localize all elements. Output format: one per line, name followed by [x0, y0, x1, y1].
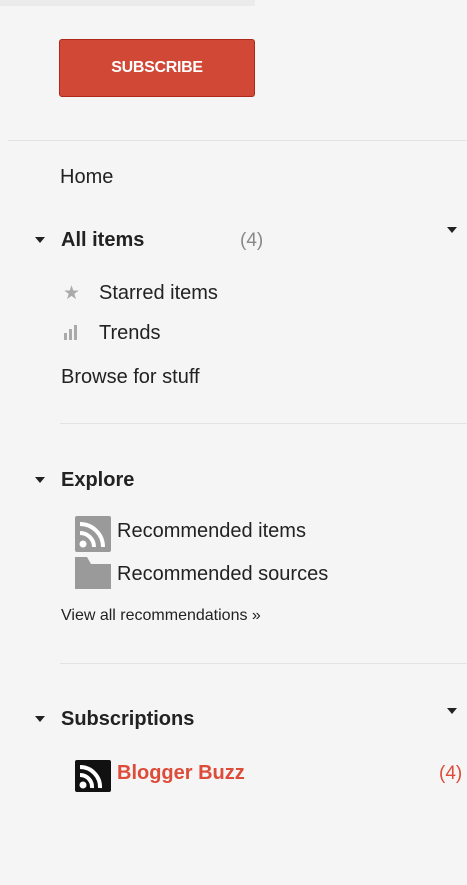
collapse-subscriptions-icon[interactable]	[35, 716, 45, 722]
folder-icon	[75, 557, 111, 594]
nav-trends[interactable]: Trends	[99, 322, 161, 345]
all-items-menu-icon[interactable]	[447, 227, 457, 233]
feed-unread-count: (4)	[439, 763, 463, 784]
divider	[60, 423, 467, 424]
rss-feed-icon	[75, 760, 111, 797]
rss-feed-icon	[75, 516, 111, 557]
nav-starred-items[interactable]: Starred items	[99, 282, 218, 305]
nav-browse-for-stuff[interactable]: Browse for stuff	[61, 366, 200, 389]
nav-recommended-items[interactable]: Recommended items	[117, 520, 306, 543]
all-items-count: (4)	[240, 230, 264, 251]
nav-home[interactable]: Home	[60, 166, 113, 189]
nav-all-items[interactable]: All items	[61, 229, 144, 252]
trends-icon	[63, 322, 83, 340]
view-all-recommendations-link[interactable]: View all recommendations »	[61, 607, 261, 625]
collapse-explore-icon[interactable]	[35, 477, 45, 483]
subscriptions-menu-icon[interactable]	[447, 708, 457, 714]
feed-blogger-buzz[interactable]: Blogger Buzz	[117, 762, 245, 785]
subscribe-button[interactable]: SUBSCRIBE	[59, 39, 255, 97]
star-icon: ★	[63, 283, 81, 304]
divider	[60, 663, 467, 664]
subscriptions-title[interactable]: Subscriptions	[61, 708, 194, 731]
nav-recommended-sources[interactable]: Recommended sources	[117, 563, 328, 586]
top-strip	[0, 0, 255, 6]
divider	[8, 140, 467, 141]
collapse-all-items-icon[interactable]	[35, 237, 45, 243]
explore-title[interactable]: Explore	[61, 469, 134, 492]
